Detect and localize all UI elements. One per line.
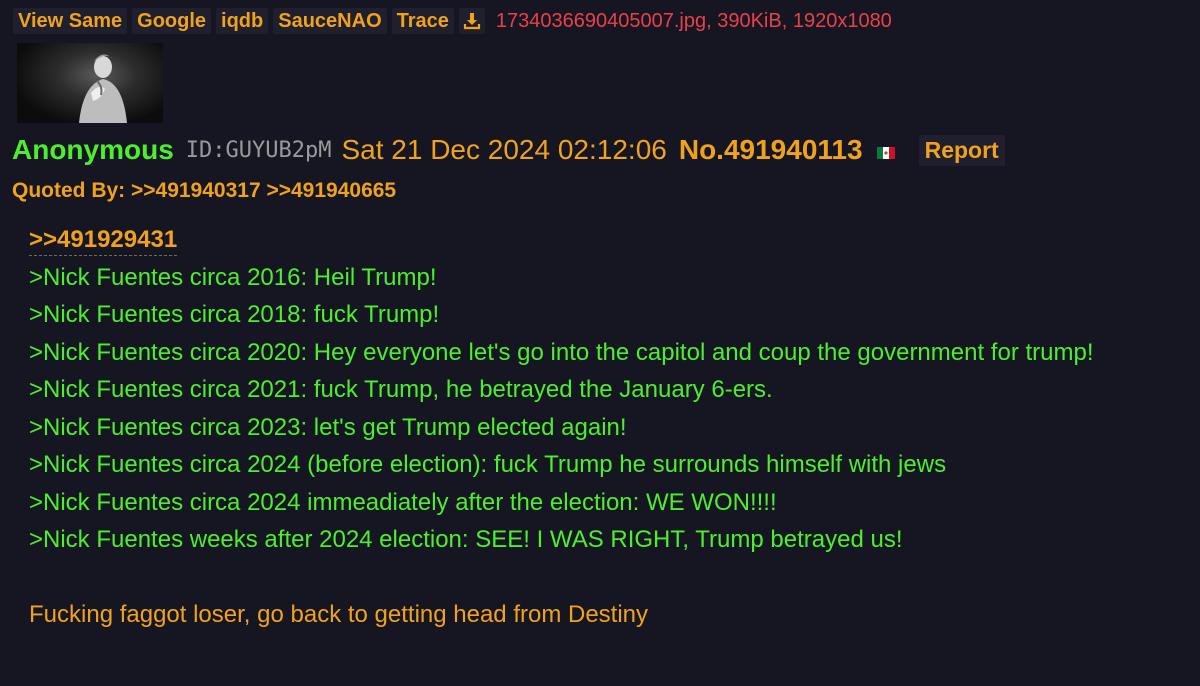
view-same-button[interactable]: View Same [13,8,128,34]
report-button[interactable]: Report [918,134,1005,166]
post-number-link[interactable]: No.491940113 [679,134,863,166]
google-search-button[interactable]: Google [132,8,212,34]
file-info-link[interactable]: 1734036690405007.jpg, 390KiB, 1920x1080 [496,8,892,34]
quote-link[interactable]: >>491929431 [29,225,178,256]
poster-id[interactable]: ID:GUYUB2pM [186,138,332,163]
iqdb-search-button[interactable]: iqdb [216,8,269,34]
post-container: View Same Google iqdb SauceNAO Trace 173… [0,0,1200,686]
post-header: Anonymous ID:GUYUB2pM Sat 21 Dec 2024 02… [12,134,1005,166]
post-date: Sat 21 Dec 2024 02:12:06 [341,134,667,165]
greentext-line: >Nick Fuentes circa 2024 immeadiately af… [29,488,777,516]
post-image-thumbnail[interactable] [17,43,163,123]
greentext-line: >Nick Fuentes circa 2020: Hey everyone l… [29,338,1094,366]
line-break [29,559,1189,596]
poster-name: Anonymous [12,134,174,165]
download-icon[interactable] [458,8,485,34]
post-body: >>491929431 >Nick Fuentes circa 2016: He… [29,221,1189,633]
saucenao-search-button[interactable]: SauceNAO [273,8,387,34]
greentext-line: >Nick Fuentes circa 2018: fuck Trump! [29,301,440,328]
greentext-line: >Nick Fuentes circa 2024 (before electio… [29,451,947,478]
image-search-toolbar: View Same Google iqdb SauceNAO Trace 173… [13,8,892,34]
greentext-line: >Nick Fuentes circa 2016: Heil Trump! [29,263,437,291]
greentext-line: >Nick Fuentes weeks after 2024 election:… [29,526,903,553]
trace-search-button[interactable]: Trace [391,8,454,34]
mexico-flag-icon [876,146,895,159]
greentext-line: >Nick Fuentes circa 2021: fuck Trump, he… [29,376,773,403]
closing-line: Fucking faggot loser, go back to getting… [29,600,649,628]
quoted-by-line[interactable]: Quoted By: >>491940317 >>491940665 [12,178,396,204]
greentext-line: >Nick Fuentes circa 2023: let's get Trum… [29,413,627,441]
